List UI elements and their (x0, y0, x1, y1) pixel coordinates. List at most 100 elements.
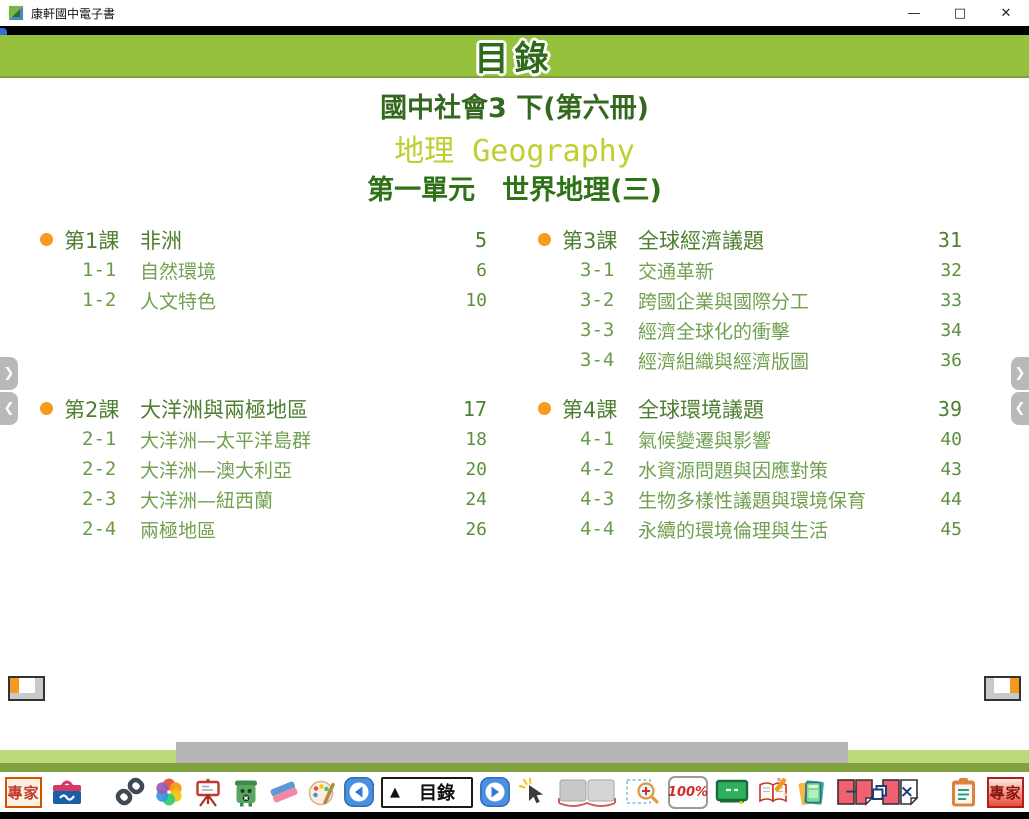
sub-page: 10 (445, 290, 487, 311)
sub-page: 36 (920, 350, 962, 371)
lesson-label: 第1課 (64, 225, 140, 255)
lesson-label: 第2課 (64, 394, 140, 424)
sub-num: 3-1 (580, 259, 638, 281)
sub-num: 1-1 (82, 259, 140, 281)
sub-page: 26 (445, 519, 487, 540)
color-wheel-button[interactable] (154, 777, 184, 807)
page-selector[interactable]: ▲ 目錄 (381, 777, 473, 808)
ebook-stack-icon (797, 776, 829, 808)
prev-page-button[interactable] (344, 777, 374, 807)
window-title: 康軒國中電子書 (31, 5, 115, 22)
open-book-view-button[interactable] (556, 776, 618, 808)
bullet-icon (538, 233, 551, 246)
sub-page: 44 (920, 489, 962, 510)
toc-sub-3-2[interactable]: 3-2 跨國企業與國際分工 33 (538, 285, 962, 315)
lesson-label: 第3課 (562, 225, 638, 255)
sub-page: 34 (920, 320, 962, 341)
left-edge-expand-button[interactable]: ❯ (0, 357, 18, 390)
subject-title: 地理 Geography (0, 126, 1029, 170)
page-corner-left-button[interactable] (8, 676, 45, 701)
sub-num: 4-3 (580, 488, 638, 510)
lesson-page: 17 (445, 397, 487, 421)
toolbar-restore-button[interactable] (871, 784, 888, 801)
recycle-robot-button[interactable] (232, 777, 260, 807)
lesson-page: 5 (445, 228, 487, 252)
sub-title: 兩極地區 (140, 516, 445, 543)
toc-lesson-2[interactable]: 第2課 大洋洲與兩極地區 17 (40, 393, 487, 424)
page-selector-label: 目錄 (410, 779, 464, 805)
bullet-icon (538, 402, 551, 415)
eraser-button[interactable] (269, 778, 299, 806)
toc-sub-4-4[interactable]: 4-4 永續的環境倫理與生活 45 (538, 514, 962, 544)
restore-window-icon (871, 784, 888, 801)
next-page-button[interactable] (480, 777, 510, 807)
toc-lesson-1[interactable]: 第1課 非洲 5 (40, 224, 487, 255)
pointer-tool-button[interactable] (517, 776, 549, 808)
page-header: 目錄 (0, 35, 1029, 78)
sub-title: 永續的環境倫理與生活 (638, 516, 920, 543)
notes-clipboard-button[interactable] (950, 777, 977, 808)
lesson-title: 大洋洲與兩極地區 (140, 394, 445, 424)
lesson-block-4: 第4課 全球環境議題 39 4-1 氣候變遷與影響 40 4-2 水資源問題與因… (538, 393, 962, 544)
link-button[interactable] (115, 777, 145, 807)
page-corner-right-button[interactable] (984, 676, 1021, 701)
right-edge-collapse-button[interactable]: ❮ (1011, 392, 1029, 425)
ebook-library-button[interactable] (797, 776, 829, 808)
toolbox-button[interactable] (51, 777, 83, 807)
zoom-level-button[interactable]: 100% (668, 776, 708, 809)
sub-num: 2-2 (82, 458, 140, 480)
sub-page: 32 (920, 260, 962, 281)
expert-mode-button-left[interactable]: 專家 (5, 777, 42, 808)
toc-sub-3-4[interactable]: 3-4 經濟組織與經濟版圖 36 (538, 345, 962, 375)
palette-button[interactable] (308, 778, 338, 807)
lesson-block-3: 第3課 全球經濟議題 31 3-1 交通革新 32 3-2 跨國企業與國際分工 … (538, 224, 962, 375)
maximize-button[interactable]: □ (937, 0, 983, 26)
sub-num: 4-1 (580, 428, 638, 450)
right-edge-expand-button[interactable]: ❯ (1011, 357, 1029, 390)
toolbar-close-button[interactable]: × (898, 782, 916, 802)
sub-num: 4-4 (580, 518, 638, 540)
sub-page: 20 (445, 459, 487, 480)
pointer-cursor-icon (517, 776, 549, 808)
page-corner-icon (10, 678, 19, 693)
zoom-area-button[interactable] (625, 776, 661, 808)
whiteboard-easel-button[interactable] (193, 777, 223, 807)
app-logo-icon (8, 5, 24, 21)
toc-sub-1-1[interactable]: 1-1 自然環境 6 (40, 255, 487, 285)
blackboard-button[interactable] (715, 778, 749, 806)
toc-lesson-3[interactable]: 第3課 全球經濟議題 31 (538, 224, 962, 255)
toc-sub-2-1[interactable]: 2-1 大洋洲—太平洋島群 18 (40, 424, 487, 454)
toc-lesson-4[interactable]: 第4課 全球環境議題 39 (538, 393, 962, 424)
toc-sub-3-3[interactable]: 3-3 經濟全球化的衝擊 34 (538, 315, 962, 345)
toc-sub-4-3[interactable]: 4-3 生物多樣性議題與環境保育 44 (538, 484, 962, 514)
bullet-icon (40, 402, 53, 415)
left-edge-collapse-button[interactable]: ❮ (0, 392, 18, 425)
page-slider-thumb[interactable] (176, 742, 848, 763)
close-button[interactable]: ✕ (983, 0, 1029, 26)
toolbar-minimize-button[interactable]: − (843, 782, 861, 802)
sub-num: 1-2 (82, 289, 140, 311)
sub-num: 2-4 (82, 518, 140, 540)
workbook-button[interactable] (756, 777, 790, 807)
bottom-divider (0, 812, 1029, 819)
toc-sub-3-1[interactable]: 3-1 交通革新 32 (538, 255, 962, 285)
sub-title: 大洋洲—澳大利亞 (140, 456, 445, 483)
sub-page: 6 (445, 260, 487, 281)
expert-mode-button-right[interactable]: 專家 (987, 777, 1024, 808)
sub-title: 跨國企業與國際分工 (638, 287, 920, 314)
whiteboard-easel-icon (193, 777, 223, 807)
toc-sub-1-2[interactable]: 1-2 人文特色 10 (40, 285, 487, 315)
toc-sub-2-4[interactable]: 2-4 兩極地區 26 (40, 514, 487, 544)
lesson-page: 39 (920, 397, 962, 421)
toc-sub-2-2[interactable]: 2-2 大洋洲—澳大利亞 20 (40, 454, 487, 484)
toc-sub-4-2[interactable]: 4-2 水資源問題與因應對策 43 (538, 454, 962, 484)
minimize-button[interactable]: — (891, 0, 937, 26)
sub-page: 33 (920, 290, 962, 311)
toc-sub-2-3[interactable]: 2-3 大洋洲—紐西蘭 24 (40, 484, 487, 514)
up-triangle-icon: ▲ (390, 785, 400, 800)
page-title: 目錄 (475, 31, 555, 80)
blackboard-icon (715, 778, 749, 806)
sub-num: 2-3 (82, 488, 140, 510)
lesson-title: 全球環境議題 (638, 394, 920, 424)
toc-sub-4-1[interactable]: 4-1 氣候變遷與影響 40 (538, 424, 962, 454)
